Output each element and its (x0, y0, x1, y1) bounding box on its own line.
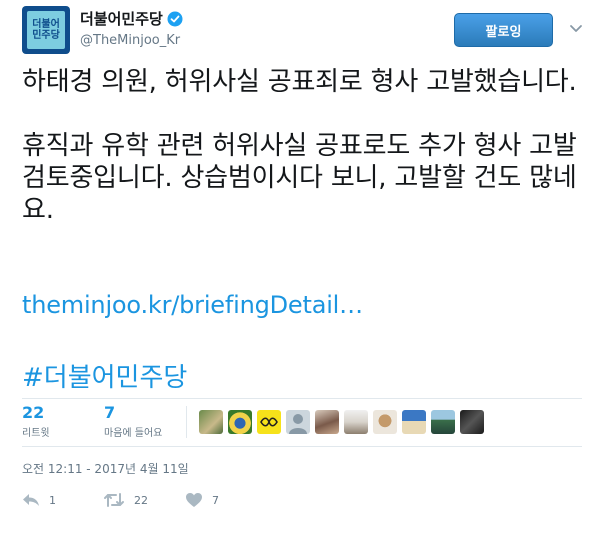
tweet-paragraph-1: 하태경 의원, 허위사실 공표죄로 형사 고발했습니다. (22, 67, 577, 97)
avatar[interactable]: 더불어 민주당 (22, 6, 70, 54)
reply-icon (22, 492, 40, 508)
account-handle[interactable]: @TheMinjoo_Kr (80, 33, 180, 48)
liker-avatar[interactable] (431, 410, 455, 434)
hashtag-link[interactable]: #더불어민주당 (22, 357, 187, 394)
retweet-stat[interactable]: 22 리트윗 (22, 403, 50, 439)
liker-avatar[interactable] (315, 410, 339, 434)
tweet-actions: 1 22 7 (22, 492, 422, 512)
tweet-header: 더불어 민주당 더불어민주당 @TheMinjoo_Kr 팔로잉 (0, 0, 607, 62)
retweet-count: 22 (134, 493, 148, 507)
verified-badge-icon (167, 11, 183, 27)
liker-avatar[interactable] (402, 410, 426, 434)
divider-bottom (22, 446, 582, 447)
liker-avatar[interactable] (344, 410, 368, 434)
liker-avatar[interactable] (257, 410, 281, 434)
tweet-paragraph-2: 휴직과 유학 관련 허위사실 공표로도 추가 형사 고발 검토중입니다. 상습범… (22, 131, 577, 225)
like-count: 7 (212, 493, 219, 507)
avatar-logo: 더불어 민주당 (27, 11, 65, 49)
display-name[interactable]: 더불어민주당 (80, 8, 163, 29)
retweet-icon (103, 492, 125, 508)
liker-avatar[interactable] (460, 410, 484, 434)
tweet-timestamp[interactable]: 오전 12:11 - 2017년 4월 11일 (22, 460, 189, 477)
reply-button[interactable]: 1 (22, 492, 56, 508)
like-stat[interactable]: 7 마음에 들어요 (104, 403, 162, 439)
following-button[interactable]: 팔로잉 (454, 13, 553, 47)
liker-avatar[interactable] (228, 410, 252, 434)
tweet-stats: 22 리트윗 7 마음에 들어요 (22, 400, 582, 446)
name-row[interactable]: 더불어민주당 (80, 8, 183, 29)
divider-top (22, 398, 582, 399)
like-stat-count: 7 (104, 403, 116, 422)
like-stat-label: 마음에 들어요 (104, 428, 163, 439)
liker-avatars (199, 410, 489, 434)
liker-avatar[interactable] (286, 410, 310, 434)
reply-count: 1 (49, 493, 56, 507)
retweet-button[interactable]: 22 (103, 492, 148, 508)
chevron-down-icon[interactable] (568, 20, 584, 36)
tweet-text: 하태경 의원, 허위사실 공표죄로 형사 고발했습니다. 휴직과 유학 관련 허… (22, 66, 582, 226)
liker-avatar[interactable] (373, 410, 397, 434)
retweet-stat-label: 리트윗 (22, 428, 50, 439)
stats-separator (186, 406, 187, 438)
liker-avatar[interactable] (199, 410, 223, 434)
heart-icon (185, 492, 203, 508)
like-button[interactable]: 7 (185, 492, 219, 508)
tweet-link[interactable]: theminjoo.kr/briefingDetail… (22, 291, 363, 319)
retweet-stat-count: 22 (22, 403, 45, 422)
